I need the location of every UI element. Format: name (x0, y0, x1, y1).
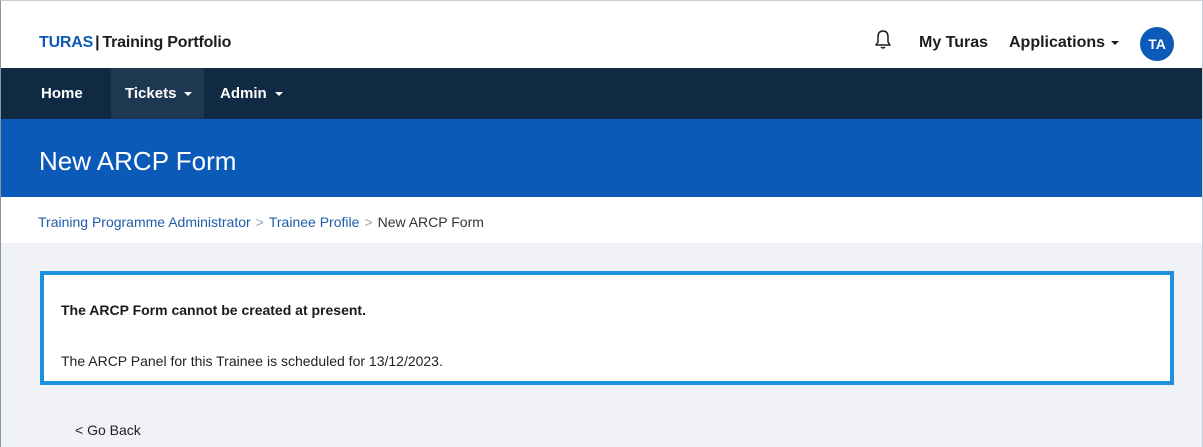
caret-down-icon (274, 91, 283, 96)
brand-logo[interactable]: TURAS | Training Portfolio (39, 34, 231, 52)
nav-item-tickets[interactable]: Tickets (111, 68, 204, 119)
page-banner: New ARCP Form (1, 119, 1202, 197)
breadcrumb-separator: > (255, 214, 264, 230)
applications-label: Applications (1009, 34, 1106, 51)
my-turas-link[interactable]: My Turas (919, 34, 988, 52)
breadcrumb-item-administrator[interactable]: Training Programme Administrator (38, 214, 251, 230)
page-title: New ARCP Form (39, 146, 237, 176)
notifications-bell-icon[interactable] (874, 29, 892, 51)
caret-down-icon (184, 91, 193, 96)
go-back-link[interactable]: < Go Back (75, 422, 141, 438)
breadcrumb-item-trainee-profile[interactable]: Trainee Profile (269, 214, 360, 230)
brand-product: Training Portfolio (102, 34, 232, 51)
nav-item-admin[interactable]: Admin (220, 68, 283, 119)
info-alert: The ARCP Form cannot be created at prese… (40, 271, 1174, 385)
nav-item-home[interactable]: Home (41, 68, 83, 119)
caret-down-icon (1111, 40, 1120, 45)
main-nav: Home Tickets Admin (1, 68, 1202, 119)
nav-home-label: Home (41, 85, 83, 102)
applications-menu[interactable]: Applications (1009, 34, 1120, 52)
brand-separator: | (95, 34, 100, 51)
breadcrumb-separator: > (364, 214, 373, 230)
alert-title: The ARCP Form cannot be created at prese… (61, 302, 366, 318)
nav-admin-label: Admin (220, 85, 267, 102)
breadcrumb: Training Programme Administrator > Trainee… (38, 214, 484, 230)
user-avatar[interactable]: TA (1140, 27, 1174, 61)
brand-turas: TURAS (39, 34, 94, 51)
alert-message: The ARCP Panel for this Trainee is sched… (61, 353, 443, 369)
nav-tickets-label: Tickets (125, 85, 177, 102)
top-header: TURAS | Training Portfolio My Turas Applic… (1, 1, 1202, 68)
breadcrumb-item-current: New ARCP Form (377, 214, 484, 230)
